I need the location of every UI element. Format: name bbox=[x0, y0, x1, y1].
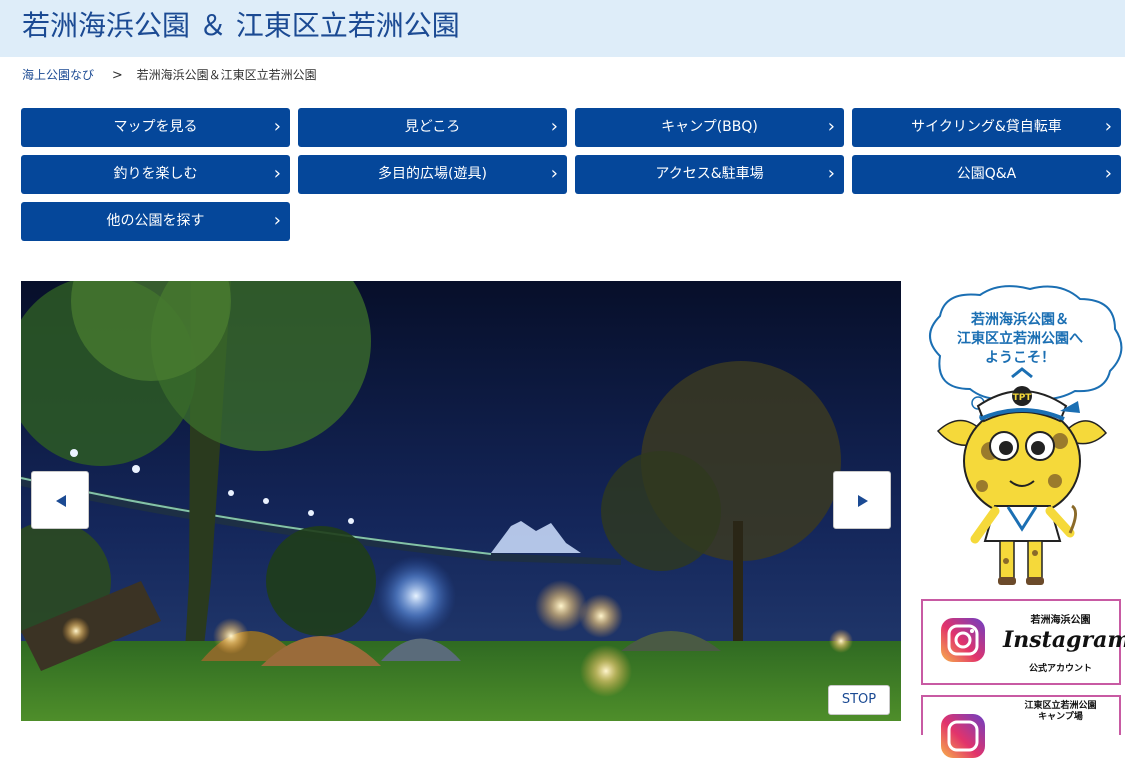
nav-button-label: 他の公園を探す bbox=[106, 213, 205, 229]
chevron-right-icon: › bbox=[827, 163, 835, 184]
nav-button-other-parks[interactable]: 他の公園を探す › bbox=[21, 202, 290, 241]
park-nav-menu: マップを見る › 見どころ › キャンプ(BBQ) › サイクリング&貸自転車 … bbox=[21, 108, 1121, 242]
nav-button-map[interactable]: マップを見る › bbox=[21, 108, 290, 147]
welcome-line: 若洲海浜公園＆ bbox=[971, 312, 1069, 328]
cap-text: TPT bbox=[1013, 393, 1033, 403]
banner-park-name: 江東区立若洲公園 キャンプ場 bbox=[1003, 701, 1118, 723]
nav-button-label: 見どころ bbox=[404, 119, 461, 135]
welcome-line: 江東区立若洲公園へ bbox=[957, 331, 1083, 347]
chevron-right-icon: › bbox=[550, 116, 558, 137]
nav-button-plaza[interactable]: 多目的広場(遊具) › bbox=[298, 155, 567, 194]
chevron-right-icon: › bbox=[273, 210, 281, 231]
chevron-right-icon: › bbox=[273, 116, 281, 137]
nav-button-label: キャンプ(BBQ) bbox=[661, 119, 758, 135]
page-header: 若洲海浜公園 ＆ 江東区立若洲公園 bbox=[0, 0, 1125, 57]
welcome-message: 若洲海浜公園＆ 江東区立若洲公園へ ようこそ！ bbox=[940, 311, 1100, 368]
triangle-right-icon bbox=[858, 495, 868, 507]
nav-button-label: 釣りを楽しむ bbox=[113, 166, 198, 182]
chevron-right-icon: › bbox=[1104, 163, 1112, 184]
nav-button-highlights[interactable]: 見どころ › bbox=[298, 108, 567, 147]
triangle-left-icon bbox=[56, 495, 66, 507]
nav-button-cycling[interactable]: サイクリング&貸自転車 › bbox=[852, 108, 1121, 147]
chevron-right-icon: › bbox=[1104, 116, 1112, 137]
nav-button-access[interactable]: アクセス&駐車場 › bbox=[575, 155, 844, 194]
nav-button-label: 公園Q&A bbox=[956, 166, 1017, 182]
instagram-banner-wakasu-seaside[interactable]: 若洲海浜公園 Instagram 公式アカウント bbox=[921, 599, 1125, 685]
instagram-icon bbox=[941, 618, 985, 662]
page-title: 若洲海浜公園 ＆ 江東区立若洲公園 bbox=[22, 9, 460, 42]
breadcrumb-current: 若洲海浜公園＆江東区立若洲公園 bbox=[136, 68, 317, 82]
nav-button-label: サイクリング&貸自転車 bbox=[911, 119, 1062, 135]
hero-slider: STOP bbox=[21, 281, 901, 721]
banner-park-name: 若洲海浜公園 bbox=[1030, 615, 1091, 626]
instagram-icon bbox=[941, 714, 985, 758]
nav-button-label: 多目的広場(遊具) bbox=[378, 166, 487, 182]
banner-instagram-wordmark: Instagram bbox=[1003, 627, 1125, 653]
breadcrumb-separator: > bbox=[111, 68, 123, 83]
chevron-right-icon: › bbox=[827, 116, 835, 137]
nav-button-label: アクセス&駐車場 bbox=[655, 166, 764, 182]
nav-button-fishing[interactable]: 釣りを楽しむ › bbox=[21, 155, 290, 194]
chevron-right-icon: › bbox=[550, 163, 558, 184]
nav-button-faq[interactable]: 公園Q&A › bbox=[852, 155, 1121, 194]
banner-official-account: 公式アカウント bbox=[1028, 664, 1092, 674]
banner-park-line: キャンプ場 bbox=[1038, 712, 1083, 722]
chevron-right-icon: › bbox=[273, 163, 281, 184]
slider-next-button[interactable] bbox=[833, 471, 891, 529]
welcome-line: ようこそ！ bbox=[985, 350, 1055, 366]
nav-button-camp[interactable]: キャンプ(BBQ) › bbox=[575, 108, 844, 147]
breadcrumb: 海上公園なび > 若洲海浜公園＆江東区立若洲公園 bbox=[22, 66, 317, 84]
banner-park-line: 江東区立若洲公園 bbox=[1024, 701, 1097, 711]
night-campsite-photo bbox=[21, 281, 901, 721]
slider-stop-button[interactable]: STOP bbox=[828, 685, 890, 715]
instagram-banner-wakasu-camp[interactable]: 江東区立若洲公園 キャンプ場 bbox=[921, 695, 1121, 758]
breadcrumb-home-link[interactable]: 海上公園なび bbox=[22, 68, 94, 82]
nav-button-label: マップを見る bbox=[113, 119, 198, 135]
slider-prev-button[interactable] bbox=[31, 471, 89, 529]
welcome-mascot: TPT 若洲海浜公園＆ 江東区立若洲公園へ ようこそ！ bbox=[920, 281, 1125, 591]
